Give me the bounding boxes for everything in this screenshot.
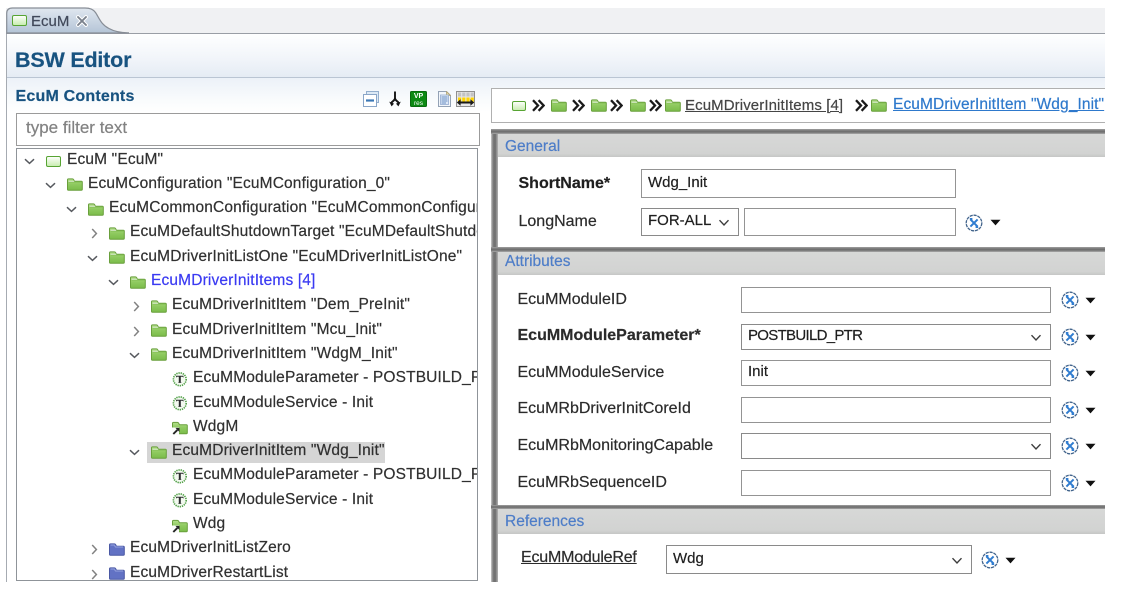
svg-text:res: res [414, 100, 424, 107]
svg-text:VP: VP [414, 93, 424, 100]
